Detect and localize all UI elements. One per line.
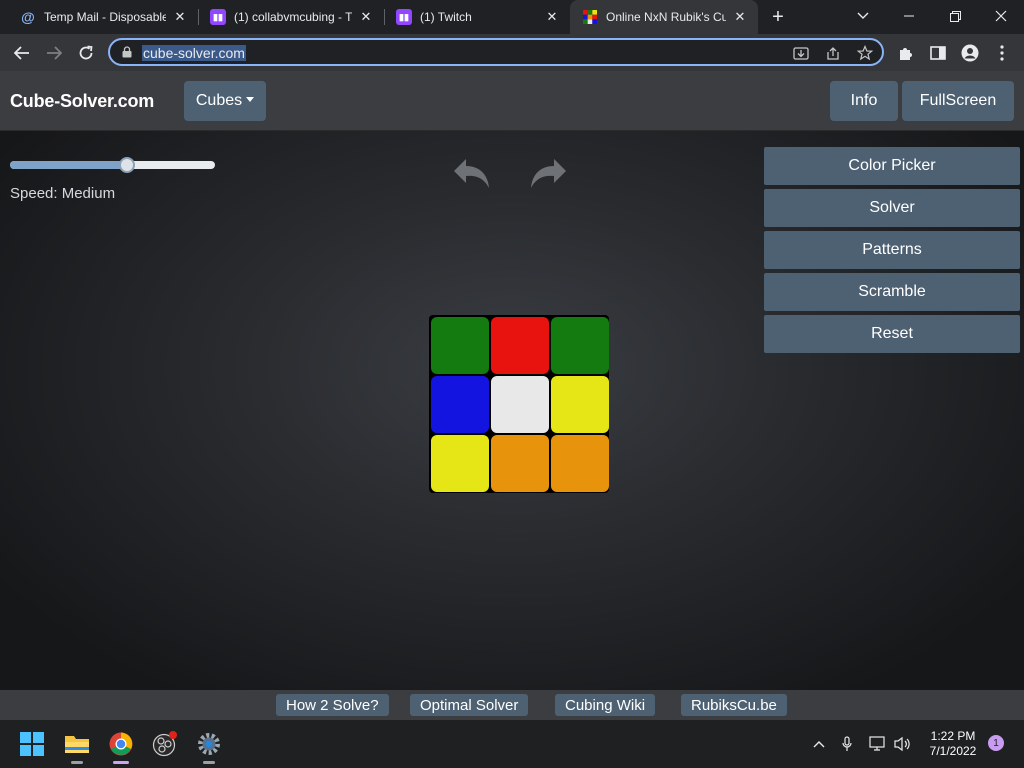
active-indicator (113, 761, 129, 764)
obs-app-icon[interactable] (149, 728, 181, 760)
reload-button[interactable] (72, 39, 100, 67)
cube-sticker-orange[interactable] (491, 435, 549, 492)
back-button[interactable] (8, 39, 36, 67)
rubiks-cube-3d-view[interactable] (429, 315, 609, 493)
volume-icon[interactable] (893, 734, 913, 754)
tab-title: (1) Twitch (420, 10, 472, 24)
cube-sticker-yellow[interactable] (551, 376, 609, 433)
scramble-button[interactable]: Scramble (764, 273, 1020, 311)
share-icon[interactable] (824, 44, 842, 62)
twitch-icon: ▮▮ (396, 9, 412, 25)
redo-arrow-icon[interactable] (528, 155, 568, 191)
optimal-solver-link[interactable]: Optimal Solver (410, 694, 529, 716)
site-brand[interactable]: Cube-Solver.com (10, 91, 154, 112)
rubikscube-link[interactable]: RubiksCu.be (681, 694, 787, 716)
tab-title: (1) collabvmcubing - Tw (234, 10, 352, 24)
taskbar-clock[interactable]: 1:22 PM 7/1/2022 (922, 729, 984, 759)
windows-start-icon[interactable] (16, 728, 48, 760)
restore-button[interactable] (932, 0, 978, 32)
site-footer: How 2 Solve? Optimal Solver Cubing Wiki … (0, 690, 1024, 720)
file-explorer-icon[interactable] (61, 728, 93, 764)
tab-collabvmcubing[interactable]: ▮▮ (1) collabvmcubing - Tw ✕ (198, 0, 384, 34)
cube-sticker-green[interactable] (431, 317, 489, 374)
speed-slider-thumb[interactable] (118, 157, 135, 173)
close-icon[interactable]: ✕ (732, 9, 748, 25)
show-hidden-icons-chevron-icon[interactable] (809, 734, 829, 754)
profile-avatar-icon[interactable] (958, 41, 982, 65)
clock-date: 7/1/2022 (929, 744, 977, 758)
rubiks-favicon-icon (582, 9, 598, 25)
fullscreen-button[interactable]: FullScreen (902, 81, 1014, 121)
forward-button[interactable] (40, 39, 68, 67)
lock-icon[interactable] (122, 46, 132, 58)
reset-button[interactable]: Reset (764, 315, 1020, 353)
cube-sticker-white[interactable] (491, 376, 549, 433)
bookmark-star-icon[interactable] (856, 44, 874, 62)
cube-sticker-yellow[interactable] (431, 435, 489, 492)
caret-down-icon (246, 97, 255, 102)
url-text[interactable]: cube-solver.com (142, 45, 246, 61)
tab-temp-mail[interactable]: @ Temp Mail - Disposable ✕ (8, 0, 198, 34)
at-sign-icon: @ (21, 9, 35, 25)
cube-sticker-blue[interactable] (431, 376, 489, 433)
close-icon[interactable]: ✕ (358, 9, 374, 25)
twitch-icon: ▮▮ (210, 9, 226, 25)
address-bar[interactable]: cube-solver.com (108, 38, 884, 66)
tab-twitch[interactable]: ▮▮ (1) Twitch ✕ (384, 0, 570, 34)
cube-sticker-orange[interactable] (551, 435, 609, 492)
browser-toolbar: cube-solver.com (0, 34, 1024, 71)
notification-badge[interactable]: 1 (988, 735, 1004, 751)
close-icon[interactable]: ✕ (544, 9, 560, 25)
cubes-dropdown-label: Cubes (195, 92, 243, 109)
extensions-puzzle-icon[interactable] (894, 41, 918, 65)
menu-kebab-icon[interactable] (990, 41, 1014, 65)
side-panel-icon[interactable] (926, 41, 950, 65)
color-picker-button[interactable]: Color Picker (764, 147, 1020, 185)
patterns-button[interactable]: Patterns (764, 231, 1020, 269)
how-to-solve-link[interactable]: How 2 Solve? (276, 694, 389, 716)
minimize-button[interactable] (886, 0, 932, 32)
tab-search-chevron-icon[interactable] (840, 0, 886, 32)
cube-sticker-red[interactable] (491, 317, 549, 374)
site-navbar: Cube-Solver.com Cubes Info FullScreen (0, 71, 1024, 131)
chrome-icon[interactable] (105, 728, 137, 764)
running-indicator (203, 761, 215, 764)
new-tab-button[interactable]: + (766, 5, 790, 29)
undo-arrow-icon[interactable] (452, 155, 492, 191)
solver-button[interactable]: Solver (764, 189, 1020, 227)
install-app-icon[interactable] (792, 44, 810, 62)
clock-time: 1:22 PM (930, 729, 976, 743)
cubing-wiki-link[interactable]: Cubing Wiki (555, 694, 656, 716)
cube-solver-page: Cube-Solver.com Cubes Info FullScreen Sp… (0, 71, 1024, 690)
speed-slider[interactable] (10, 157, 215, 173)
tab-title: Temp Mail - Disposable (44, 10, 166, 24)
tab-online-rubiks[interactable]: Online NxN Rubik's Cu ✕ (570, 0, 758, 34)
network-icon[interactable] (868, 734, 888, 754)
close-window-button[interactable] (978, 0, 1024, 32)
microphone-icon[interactable] (837, 734, 857, 754)
tab-title: Online NxN Rubik's Cu (606, 10, 726, 24)
close-icon[interactable]: ✕ (172, 9, 188, 25)
cubes-dropdown-button[interactable]: Cubes (184, 81, 266, 121)
cube-sticker-green[interactable] (551, 317, 609, 374)
settings-gear-icon[interactable] (193, 728, 225, 764)
browser-tab-strip: @ Temp Mail - Disposable ✕ ▮▮ (1) collab… (0, 0, 1024, 34)
running-indicator (71, 761, 83, 764)
speed-label: Speed: Medium (10, 185, 116, 202)
speed-slider-fill (10, 161, 127, 169)
windows-taskbar: 1:22 PM 7/1/2022 1 (0, 720, 1024, 768)
info-button[interactable]: Info (830, 81, 898, 121)
